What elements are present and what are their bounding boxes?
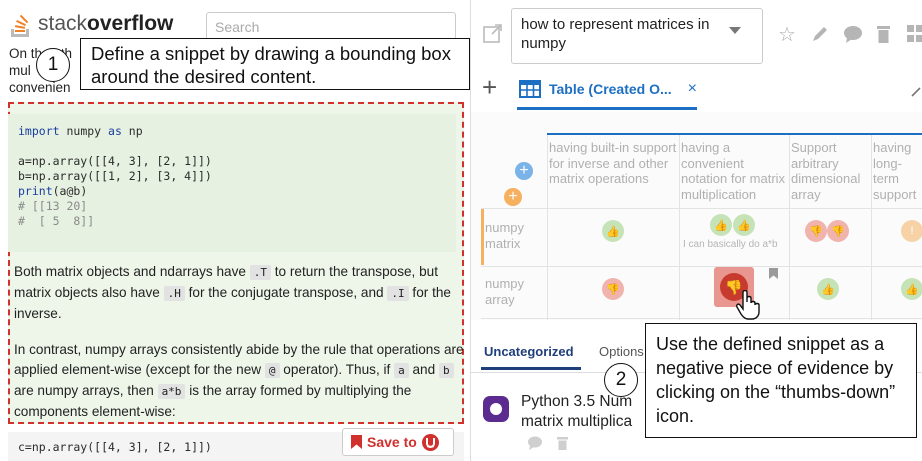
inline-code-I: .I bbox=[387, 286, 409, 301]
intro-line-3: convenien bbox=[9, 80, 71, 95]
thumbs-up-icon[interactable]: 👍 bbox=[710, 214, 732, 236]
active-tab-indicator bbox=[517, 107, 697, 110]
step-number-1: 1 bbox=[36, 48, 70, 82]
row-divider bbox=[481, 266, 922, 267]
trash-icon[interactable] bbox=[557, 436, 568, 450]
pencil-icon[interactable] bbox=[811, 25, 829, 43]
code-line-c: c=np.array([[4, 3], [2, 1]]) bbox=[18, 440, 212, 454]
thumbs-up-icon[interactable]: 👍 bbox=[733, 214, 755, 236]
info-icon[interactable]: ! bbox=[901, 220, 922, 242]
open-external-icon[interactable] bbox=[483, 24, 503, 44]
criterion-header[interactable]: having a convenient notation for matrix … bbox=[681, 140, 787, 206]
table-icon bbox=[519, 80, 541, 98]
paragraph-transpose: Both matrix objects and ndarrays have .T… bbox=[14, 262, 464, 324]
add-tab-button[interactable]: + bbox=[482, 74, 497, 100]
question-select[interactable]: how to represent matrices in numpy bbox=[511, 8, 763, 64]
criterion-header[interactable]: having long-term support bbox=[873, 140, 922, 206]
table-top-border bbox=[547, 133, 922, 135]
logo-stack-text: stack bbox=[38, 12, 88, 35]
thumbs-down-icon[interactable]: 👎 bbox=[805, 220, 827, 242]
inline-code-a: a bbox=[394, 363, 409, 378]
chevron-down-icon[interactable] bbox=[729, 27, 741, 34]
grid-icon[interactable] bbox=[907, 25, 922, 43]
code-comment-1: # [[13 20] bbox=[18, 199, 88, 213]
add-criterion-button[interactable]: + bbox=[515, 162, 533, 180]
comment-icon[interactable] bbox=[843, 25, 863, 43]
code-line-a: a=np.array([[4, 3], [2, 1]]) bbox=[18, 154, 212, 168]
code-alias: np bbox=[121, 124, 143, 138]
tab-uncategorized[interactable]: Uncategorized bbox=[484, 344, 574, 359]
inline-code-T: .T bbox=[249, 265, 271, 280]
instruction-callout-1: Define a snippet by drawing a bounding b… bbox=[80, 38, 470, 90]
callout-2-text: Use the defined snippet as a negative pi… bbox=[656, 334, 896, 426]
inline-code-b: b bbox=[438, 363, 454, 378]
question-text: how to represent matrices in numpy bbox=[521, 16, 710, 52]
star-icon[interactable]: ☆ bbox=[778, 22, 796, 47]
snippet-title-line-2: matrix multiplica bbox=[521, 413, 633, 430]
snippet-card-title[interactable]: Python 3.5 Num matrix multiplica bbox=[521, 392, 632, 432]
code-line-print: print(a@b) bbox=[18, 184, 87, 199]
para2-text-4: are numpy arrays, then bbox=[14, 383, 158, 398]
unakite-logo-icon bbox=[421, 433, 439, 451]
thumbs-up-icon[interactable]: 👍 bbox=[602, 220, 624, 242]
code-line-import: import numpy as np bbox=[18, 124, 143, 139]
para1-text-3: for the conjugate transpose, and bbox=[184, 285, 388, 300]
inline-code-a-times-b: a*b bbox=[157, 384, 186, 399]
collapse-icon[interactable] bbox=[911, 86, 922, 98]
thumbs-down-icon[interactable]: 👎 bbox=[602, 278, 624, 300]
keyword-as: as bbox=[108, 124, 122, 138]
cell-note[interactable]: I can basically do a*b bbox=[683, 239, 787, 250]
logo-overflow-text: overflow bbox=[87, 12, 174, 35]
bookmark-icon bbox=[351, 435, 362, 449]
criterion-header[interactable]: Support arbitrary dimensional array bbox=[791, 140, 869, 206]
option-row-marker bbox=[481, 209, 484, 265]
snippet-source-avatar bbox=[483, 396, 509, 422]
option-label-numpy-array[interactable]: numpy array bbox=[485, 276, 543, 308]
add-option-button[interactable]: + bbox=[504, 188, 522, 206]
code-block: import numpy as np a=np.array([[4, 3], [… bbox=[8, 114, 456, 252]
column-divider bbox=[547, 135, 548, 320]
code-comment-2: # [ 5 8]] bbox=[18, 214, 95, 228]
paragraph-elementwise: In contrast, numpy arrays consistently a… bbox=[14, 340, 464, 422]
para2-text-2: operator). Thus, if bbox=[279, 362, 395, 377]
row-divider bbox=[481, 208, 922, 209]
intro-line-2: mul bbox=[9, 63, 31, 78]
search-input[interactable]: Search bbox=[206, 12, 456, 40]
save-to-button[interactable]: Save to bbox=[342, 428, 454, 456]
tab-table[interactable]: Table (Created O... × bbox=[519, 72, 697, 106]
column-divider bbox=[679, 135, 680, 320]
option-label-numpy-matrix[interactable]: numpy matrix bbox=[485, 220, 543, 252]
stackoverflow-wordmark[interactable]: stackoverflow bbox=[38, 12, 173, 36]
code-print-arg: (a@b) bbox=[52, 184, 88, 198]
tab-options[interactable]: Options bbox=[599, 344, 644, 359]
comment-icon[interactable] bbox=[527, 436, 543, 450]
row-divider bbox=[481, 318, 922, 319]
code-line-b: b=np.array([[1, 2], [3, 4]]) bbox=[18, 169, 212, 183]
keyword-print: print bbox=[18, 184, 53, 198]
thumbs-up-icon[interactable]: 👍 bbox=[817, 278, 839, 300]
bookmark-icon[interactable] bbox=[769, 268, 778, 279]
inline-code-at: @ bbox=[264, 363, 280, 378]
criterion-header[interactable]: having built-in support for inverse and … bbox=[549, 140, 677, 206]
trash-icon[interactable] bbox=[876, 24, 891, 43]
column-divider bbox=[871, 135, 872, 320]
thumbs-down-icon[interactable]: 👎 bbox=[827, 220, 849, 242]
code-module: numpy bbox=[59, 124, 109, 138]
step-number-2: 2 bbox=[604, 363, 638, 397]
tab-table-label: Table (Created O... bbox=[549, 81, 672, 97]
active-tab-indicator bbox=[481, 367, 581, 370]
instruction-callout-2: Use the defined snippet as a negative pi… bbox=[645, 323, 917, 438]
para1-text-1: Both matrix objects and ndarrays have bbox=[14, 264, 250, 279]
column-divider bbox=[789, 135, 790, 320]
callout-1-text: Define a snippet by drawing a bounding b… bbox=[91, 43, 451, 87]
para2-text-3: and bbox=[408, 362, 439, 377]
close-icon[interactable]: × bbox=[688, 80, 697, 98]
keyword-import: import bbox=[18, 124, 60, 138]
save-to-label: Save to bbox=[367, 434, 417, 450]
thumbs-up-icon[interactable]: 👍 bbox=[901, 278, 922, 300]
inline-code-H: .H bbox=[163, 286, 185, 301]
hand-cursor-icon bbox=[736, 290, 760, 320]
stackoverflow-logo-icon bbox=[11, 14, 29, 37]
